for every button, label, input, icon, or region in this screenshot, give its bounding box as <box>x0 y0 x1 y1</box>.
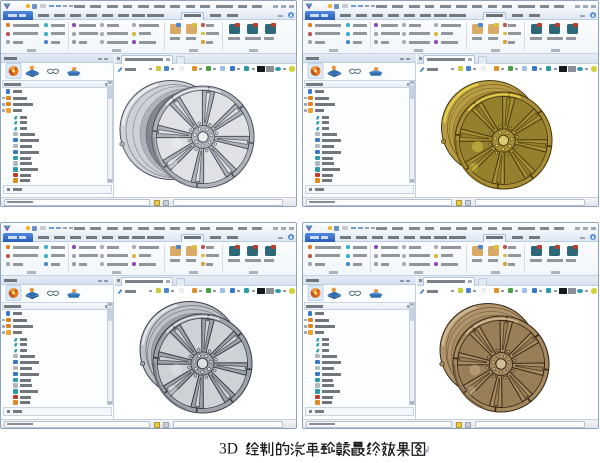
svg-text:3D: 3D <box>219 441 238 457</box>
